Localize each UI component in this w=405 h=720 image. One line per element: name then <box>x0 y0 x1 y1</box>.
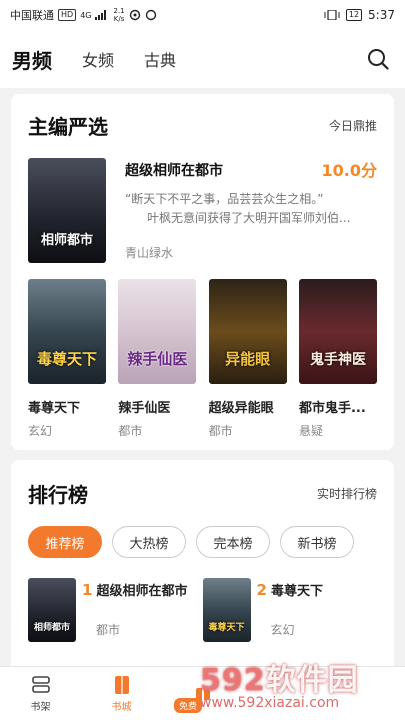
book-cover[interactable]: 毒尊天下 <box>28 279 106 384</box>
tab-recommend[interactable]: 推荐榜 <box>28 526 102 558</box>
battery-indicator: 12 <box>345 9 363 21</box>
search-button[interactable] <box>363 44 393 74</box>
nav-bookshelf[interactable]: 书架 <box>0 675 81 713</box>
signal-icon <box>95 10 107 20</box>
book-grid: 毒尊天下 毒尊天下 玄幻 辣手仙医 辣手仙医 都市 异能眼 超级异能眼 都市 鬼… <box>11 279 394 439</box>
featured-description: “断天下不平之事，品芸芸众生之相。” 叶枫无意间获得了大明开国军师刘伯... <box>125 192 351 225</box>
book-cover[interactable]: 鬼手神医 <box>298 279 377 384</box>
bookshelf-icon <box>31 675 50 693</box>
book-item[interactable]: 毒尊天下 毒尊天下 玄幻 <box>28 279 106 439</box>
ranking-item[interactable]: 相师都市 1 超级相师在都市 都市 <box>28 578 203 642</box>
tab-female[interactable]: 女频 <box>82 47 114 71</box>
tab-hot[interactable]: 大热榜 <box>112 526 186 558</box>
ranking-category: 玄幻 <box>270 623 295 637</box>
tab-finished[interactable]: 完本榜 <box>196 526 270 558</box>
book-title[interactable]: 辣手仙医 <box>118 397 196 416</box>
site-watermark: 592软件园 www.592xiazai.com <box>200 663 359 711</box>
featured-score: 10.0分 <box>321 161 377 180</box>
book-category: 都市 <box>118 424 143 438</box>
free-badge[interactable]: 免费 <box>174 698 203 713</box>
search-icon <box>368 49 389 70</box>
clock: 5:37 <box>368 8 395 22</box>
nav-bookstore[interactable]: 书城 <box>81 675 162 713</box>
tab-new[interactable]: 新书榜 <box>280 526 354 558</box>
book-title[interactable]: 都市鬼手... <box>299 397 377 416</box>
section-title: 主编严选 <box>28 114 108 139</box>
realtime-ranking-link[interactable]: 实时排行榜 <box>317 485 377 502</box>
section-title: 排行榜 <box>28 482 88 507</box>
book-cover[interactable]: 辣手仙医 <box>118 279 197 384</box>
book-title[interactable]: 毒尊天下 <box>28 397 106 416</box>
rank-number: 1 <box>82 581 93 599</box>
book-category: 玄幻 <box>28 424 53 438</box>
bookstore-icon <box>114 675 129 694</box>
ranking-list: 相师都市 1 超级相师在都市 都市 毒尊天下 2 毒尊天下 玄幻 <box>11 578 394 642</box>
network-label: 4G <box>80 10 92 20</box>
book-category: 都市 <box>208 424 233 438</box>
vibrate-icon <box>324 10 340 20</box>
tab-male[interactable]: 男频 <box>12 45 52 74</box>
top-nav: 男频 女频 古典 <box>0 30 405 88</box>
tab-classic[interactable]: 古典 <box>144 47 176 71</box>
book-cover[interactable]: 异能眼 <box>208 279 287 384</box>
book-title[interactable]: 超级异能眼 <box>209 397 287 416</box>
featured-author: 青山绿水 <box>125 246 174 260</box>
ranking-item[interactable]: 毒尊天下 2 毒尊天下 玄幻 <box>202 578 378 642</box>
today-recommend-link[interactable]: 今日鼎推 <box>329 117 377 134</box>
hd-badge: HD <box>58 9 77 21</box>
book-cover[interactable]: 相师都市 <box>28 578 76 642</box>
sync-icon <box>129 9 140 21</box>
book-item[interactable]: 异能眼 超级异能眼 都市 <box>208 279 287 439</box>
ranking-category: 都市 <box>96 623 121 637</box>
rank-number: 2 <box>256 581 267 599</box>
ranking-title[interactable]: 2 毒尊天下 <box>257 580 323 599</box>
ranking-tabs: 推荐榜 大热榜 完本榜 新书榜 <box>11 526 394 558</box>
book-category: 悬疑 <box>298 424 323 438</box>
book-cover[interactable]: 相师都市 <box>28 158 106 263</box>
status-bar: 中国联通 HD 4G 2.1 K/s 12 5:37 <box>0 0 405 30</box>
book-item[interactable]: 鬼手神医 都市鬼手... 悬疑 <box>298 279 377 439</box>
carrier-label: 中国联通 <box>10 9 54 22</box>
book-cover[interactable]: 毒尊天下 <box>202 578 251 642</box>
editor-pick-section: 主编严选 今日鼎推 相师都市 超级相师在都市 10.0分 “断天下不平之事，品芸… <box>11 94 394 450</box>
featured-book[interactable]: 相师都市 超级相师在都市 10.0分 “断天下不平之事，品芸芸众生之相。” 叶枫… <box>11 156 394 274</box>
ranking-title[interactable]: 1 超级相师在都市 <box>82 580 187 599</box>
circle-icon <box>145 9 156 21</box>
book-item[interactable]: 辣手仙医 辣手仙医 都市 <box>118 279 197 439</box>
net-speed: 2.1 K/s <box>113 7 125 23</box>
